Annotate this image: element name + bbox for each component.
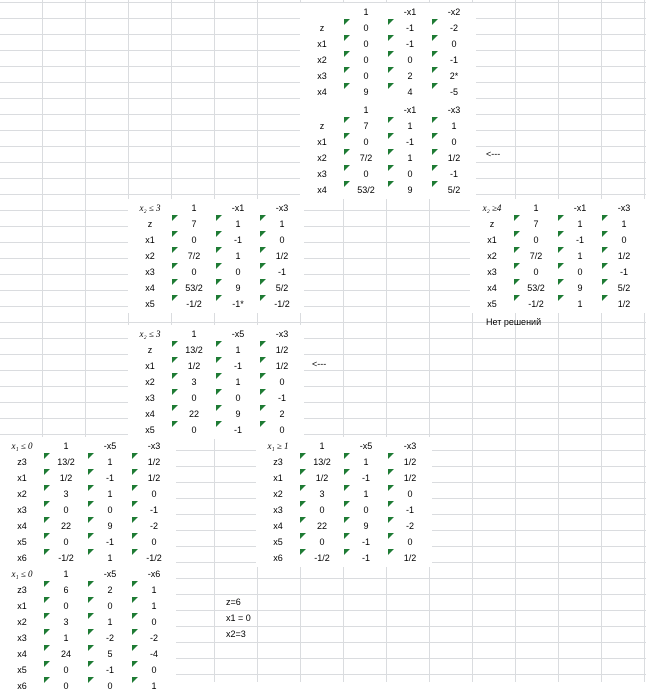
gridline-vertical bbox=[601, 0, 602, 682]
tableau-value-cell[interactable]: 0 bbox=[88, 677, 132, 695]
gridline-vertical bbox=[515, 0, 516, 682]
tableau-value-cell[interactable]: -5 bbox=[432, 83, 476, 101]
tableau-value-cell[interactable]: 4 bbox=[388, 83, 432, 101]
tableau-row-label[interactable]: x4 bbox=[300, 83, 344, 101]
tableau-value-cell[interactable]: 1 bbox=[132, 677, 176, 695]
tableau-row-label[interactable]: x5 bbox=[470, 295, 514, 313]
tableau-value-cell[interactable]: -1/2 bbox=[172, 295, 216, 313]
gridline-vertical bbox=[644, 0, 645, 682]
tableau-value-cell[interactable]: 5/2 bbox=[432, 181, 476, 199]
gridline-horizontal bbox=[0, 386, 646, 387]
tableau-row-label[interactable]: x5 bbox=[128, 295, 172, 313]
tableau-value-cell[interactable]: -1 bbox=[344, 549, 388, 567]
tableau-value-cell[interactable]: -1/2 bbox=[514, 295, 558, 313]
tableau-value-cell[interactable]: 0 bbox=[44, 677, 88, 695]
tableau-value-cell[interactable]: -1/2 bbox=[260, 295, 304, 313]
gridline-vertical bbox=[558, 0, 559, 682]
gridline-horizontal bbox=[0, 338, 646, 339]
no-solution-note: Нет решений bbox=[486, 317, 542, 327]
tableau-row-label[interactable]: x6 bbox=[0, 677, 44, 695]
tableau-value-cell[interactable]: 9 bbox=[344, 83, 388, 101]
tableau-value-cell[interactable]: -1* bbox=[216, 295, 260, 313]
gridline-horizontal bbox=[0, 402, 646, 403]
tableau-value-cell[interactable]: 1/2 bbox=[602, 295, 646, 313]
arrow-marker-2: <--- bbox=[312, 359, 327, 369]
gridline-horizontal bbox=[0, 418, 646, 419]
tableau-value-cell[interactable]: -1/2 bbox=[300, 549, 344, 567]
gridline-horizontal bbox=[0, 322, 646, 323]
gridline-horizontal bbox=[0, 434, 646, 435]
tableau-value-cell[interactable]: 1 bbox=[558, 295, 602, 313]
tableau-value-cell[interactable]: 9 bbox=[388, 181, 432, 199]
tableau-value-cell[interactable]: 1/2 bbox=[388, 549, 432, 567]
arrow-marker-1: <--- bbox=[486, 149, 501, 159]
tableau-value-cell[interactable]: 0 bbox=[172, 421, 216, 439]
result-x2: x2=3 bbox=[226, 629, 246, 639]
tableau-row-label[interactable]: x4 bbox=[300, 181, 344, 199]
tableau-value-cell[interactable]: -1 bbox=[216, 421, 260, 439]
tableau-row-label[interactable]: x6 bbox=[256, 549, 300, 567]
tableau-value-cell[interactable]: 53/2 bbox=[344, 181, 388, 199]
